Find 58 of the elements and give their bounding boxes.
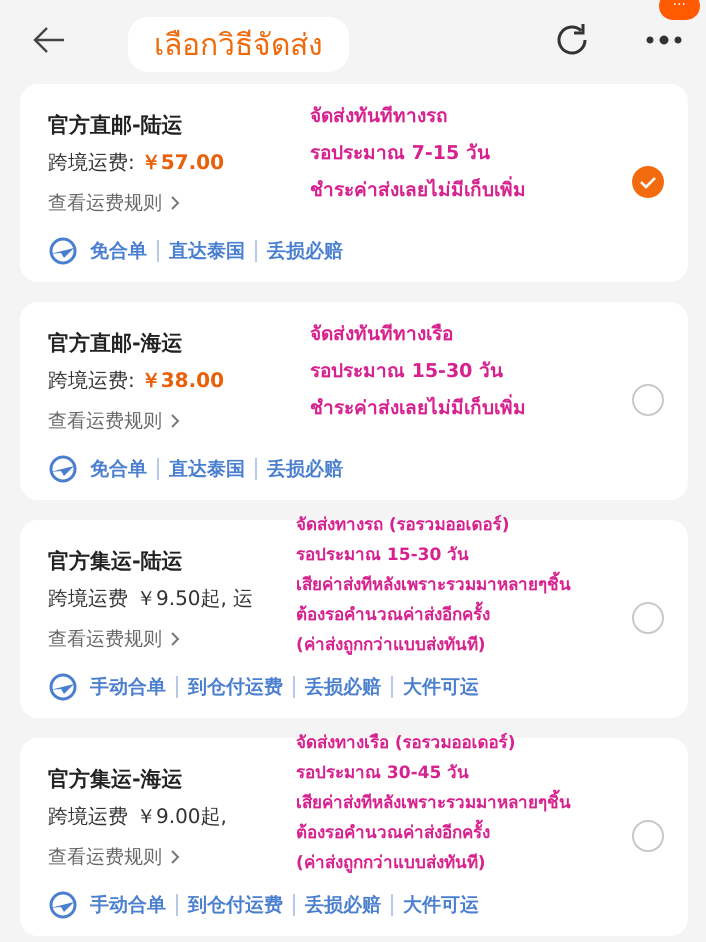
notification-badge: ··· (658, 0, 700, 20)
radio-button[interactable] (632, 166, 664, 198)
feature-tag: 大件可运 (391, 894, 489, 916)
fee-text: 跨境运费: ￥57.00 (48, 148, 226, 176)
feature-tag: 丢损必赔 (293, 676, 391, 698)
chevron-icon (170, 848, 180, 864)
note-text: เสียค่าส่งทีหลังเพราะรวมมาหลายๆชิ้น (296, 570, 632, 600)
feature-tag: 免合单 (90, 458, 157, 480)
rules-link[interactable]: 查看运费规则 (48, 844, 162, 870)
plane-icon (48, 236, 78, 266)
note-text: จัดส่งทันทีทางเรือ (310, 322, 454, 347)
plane-icon (48, 454, 78, 484)
note-text: (ค่าส่งถูกกว่าแบบส่งทันที) (296, 634, 487, 657)
rules-link[interactable]: 查看运费规则 (48, 626, 162, 652)
option-name: 官方集运-陆运 (48, 548, 184, 574)
feature-tag: 手动合单 (90, 894, 176, 916)
note-text: จัดส่งทันทีทางรถ (310, 104, 449, 129)
chevron-icon (170, 630, 180, 646)
note-text: ชำระค่าส่งเลยไม่มีเก็บเพิ่ม (310, 172, 632, 209)
back-icon[interactable] (32, 25, 66, 55)
chevron-icon (170, 194, 180, 210)
feature-tag: 直达泰国 (157, 458, 255, 480)
radio-button[interactable] (632, 820, 664, 852)
feature-tag: 手动合单 (90, 676, 176, 698)
radio-button[interactable] (632, 384, 664, 416)
note-text: ต้องรอคำนวณค่าส่งอีกครั้ง (296, 818, 632, 848)
note-text: จัดส่งทางรถ (รอรวมออเดอร์) (296, 514, 510, 537)
option-name: 官方直邮-海运 (48, 330, 184, 356)
feature-tag: 丢损必赔 (255, 458, 353, 480)
page-title: เลือกวิธีจัดส่ง (128, 16, 349, 72)
feature-tag: 大件可运 (391, 676, 489, 698)
feature-tag: 直达泰国 (157, 240, 255, 262)
note-text: รอประมาณ 15-30 วัน (296, 544, 470, 567)
plane-icon (48, 890, 78, 920)
note-text: เสียค่าส่งทีหลังเพราะรวมมาหลายๆชิ้น (296, 788, 632, 818)
note-text: รอประมาณ 15-30 วัน (310, 359, 504, 384)
note-text: (ค่าส่งถูกกว่าแบบส่งทันที) (296, 852, 487, 875)
plane-icon (48, 672, 78, 702)
note-text: รอประมาณ 30-45 วัน (296, 762, 470, 785)
feature-tag: 到仓付运费 (176, 894, 293, 916)
note-text: รอประมาณ 7-15 วัน (310, 141, 491, 166)
option-name: 官方直邮-陆运 (48, 112, 184, 138)
rules-link[interactable]: 查看运费规则 (48, 190, 162, 216)
chevron-icon (170, 412, 180, 428)
feature-tag: 丢损必赔 (293, 894, 391, 916)
fee-text: 跨境运费 ￥9.00起, (48, 802, 228, 830)
feature-tag: 丢损必赔 (255, 240, 353, 262)
feature-tag: 免合单 (90, 240, 157, 262)
note-text: ต้องรอคำนวณค่าส่งอีกครั้ง (296, 600, 632, 630)
feature-tag: 到仓付运费 (176, 676, 293, 698)
fee-text: 跨境运费 ￥9.50起, 运 (48, 584, 254, 612)
rules-link[interactable]: 查看运费规则 (48, 408, 162, 434)
note-text: ชำระค่าส่งเลยไม่มีเก็บเพิ่ม (310, 390, 632, 427)
option-name: 官方集运-海运 (48, 766, 184, 792)
more-icon[interactable] (644, 34, 684, 46)
note-text: จัดส่งทางเรือ (รอรวมออเดอร์) (296, 732, 516, 755)
fee-text: 跨境运费: ￥38.00 (48, 366, 226, 394)
radio-button[interactable] (632, 602, 664, 634)
